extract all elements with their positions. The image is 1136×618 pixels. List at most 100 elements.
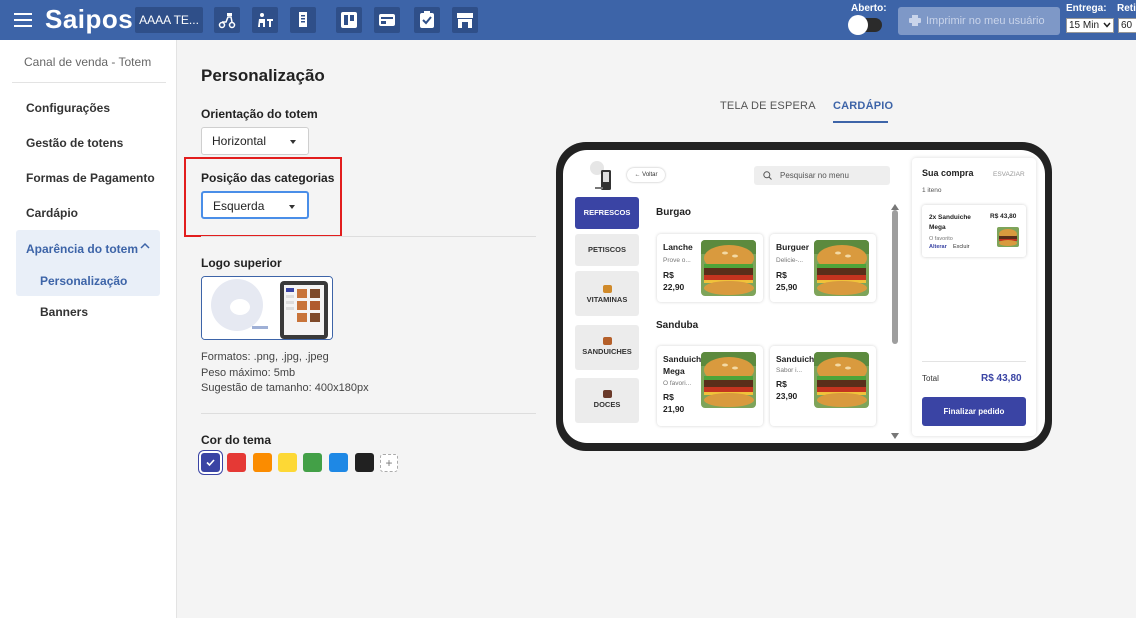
chevron-down-icon — [1103, 22, 1111, 28]
print-on-my-user-button[interactable]: Imprimir no meu usuário — [898, 7, 1060, 35]
cart-divider — [922, 361, 1026, 362]
sidebar-subitem-personalizacao[interactable]: Personalização — [40, 274, 127, 288]
scroll-up-icon[interactable] — [891, 197, 899, 210]
product-image — [701, 352, 756, 408]
sidebar-subitem-banners[interactable]: Banners — [40, 305, 88, 319]
category-position-label: Posição das categorias — [201, 171, 335, 185]
theme-color-swatch[interactable] — [355, 453, 374, 472]
cart-total-label: Total — [922, 374, 939, 383]
category-refrescos[interactable]: REFRESCOS — [575, 197, 639, 229]
delivery-icon[interactable] — [214, 7, 240, 33]
cashier-icon[interactable] — [374, 7, 400, 33]
tab-cardapio[interactable]: CARDÁPIO — [833, 100, 893, 112]
category-doces-label: DOCES — [593, 400, 621, 409]
section-title: Sanduba — [656, 320, 699, 331]
theme-color-swatch[interactable] — [329, 453, 348, 472]
theme-color-swatch[interactable] — [201, 453, 220, 472]
product-name: Lanche — [663, 242, 693, 252]
theme-color-swatch[interactable] — [303, 453, 322, 472]
open-status-label: Aberto: — [851, 3, 887, 14]
sidebar-item-configuracoes[interactable]: Configurações — [26, 101, 110, 115]
pickup-time-label: Retir — [1117, 3, 1136, 14]
product-name: Burguer — [776, 242, 810, 252]
theme-color-swatch[interactable] — [278, 453, 297, 472]
product-image — [814, 352, 869, 408]
sidebar-title: Canal de venda - Totem — [24, 55, 152, 69]
section-divider — [201, 236, 536, 237]
open-status-toggle[interactable] — [848, 15, 882, 35]
cart-item-remove[interactable]: Excluir — [953, 244, 970, 250]
doces-icon — [602, 390, 612, 398]
page-title: Personalização — [201, 66, 325, 85]
delivery-time-value: 15 Min — [1069, 20, 1100, 31]
check-icon — [206, 459, 215, 467]
logo-upload-preview[interactable] — [201, 276, 333, 340]
product-card[interactable]: Sanduich Mega O favori... R$ 21,90 — [657, 346, 763, 426]
cart-item-price: R$ 43,80 — [990, 213, 1017, 220]
caret-down-icon — [290, 140, 296, 144]
store-icon[interactable] — [452, 7, 478, 33]
table-service-icon[interactable] — [252, 7, 278, 33]
board-icon[interactable] — [336, 7, 362, 33]
order-ticket-icon[interactable] — [290, 7, 316, 33]
totem-logo-icon — [590, 161, 611, 190]
sidebar-item-cardapio[interactable]: Cardápio — [26, 206, 78, 220]
back-button[interactable]: ← Voltar — [627, 168, 665, 182]
cart-title: Sua compra — [922, 168, 974, 178]
cart-item-name: 2x Sanduiche Mega — [929, 214, 971, 231]
product-price: R$ 21,90 — [663, 392, 685, 414]
product-price: R$ 25,90 — [776, 270, 798, 292]
theme-color-swatch[interactable] — [227, 453, 246, 472]
orientation-value: Horizontal — [212, 134, 267, 148]
product-description: Sabor i... — [776, 367, 803, 374]
tab-tela-de-espera[interactable]: TELA DE ESPERA — [720, 100, 816, 112]
category-position-value: Esquerda — [213, 199, 265, 213]
sidebar-item-gestao-totens[interactable]: Gestão de totens — [26, 136, 123, 150]
search-icon — [763, 171, 772, 180]
product-card[interactable]: Sanduich Sabor i... R$ 23,90 — [770, 346, 876, 426]
product-price: R$ 22,90 — [663, 270, 685, 292]
product-name: Sanduich Mega — [663, 354, 702, 376]
search-placeholder: Pesquisar no menu — [780, 171, 849, 180]
add-color-button[interactable]: + — [380, 454, 398, 472]
store-selector-button[interactable]: AAAA TE... — [135, 7, 203, 33]
product-description: Delicie-... — [776, 257, 804, 264]
category-vitaminas[interactable]: VITAMINAS — [575, 271, 639, 316]
cart-item-image — [997, 227, 1019, 247]
active-tab-indicator — [833, 121, 888, 123]
scrollbar-thumb[interactable] — [892, 210, 898, 344]
delivery-time-select[interactable]: 15 Min — [1066, 18, 1114, 33]
product-card[interactable]: Lanche Prove o... R$ 22,90 — [657, 234, 763, 302]
category-petiscos[interactable]: PETISCOS — [575, 234, 639, 266]
orientation-label: Orientação do totem — [201, 107, 318, 121]
arrow-left-icon: ← — [634, 172, 643, 178]
menu-search-input[interactable]: Pesquisar no menu — [754, 166, 890, 185]
category-sanduiches[interactable]: SANDUICHES — [575, 325, 639, 370]
scroll-down-icon[interactable] — [891, 426, 899, 439]
empty-cart-button[interactable]: ESVAZIAR — [993, 171, 1025, 178]
logo-preview-image — [202, 277, 332, 339]
printer-icon — [909, 15, 921, 26]
sidebar-item-formas-pagamento[interactable]: Formas de Pagamento — [26, 171, 155, 185]
category-sanduiches-label: SANDUICHES — [582, 347, 632, 356]
cart-item[interactable]: 2x Sanduiche Mega R$ 43,80 O favorito Al… — [922, 205, 1026, 257]
product-description: Prove o... — [663, 257, 691, 264]
sidebar-item-aparencia-totem[interactable]: Aparência do totem — [26, 242, 138, 256]
category-doces[interactable]: DOCES — [575, 378, 639, 423]
cart-item-edit[interactable]: Alterar — [929, 244, 947, 250]
cart-panel: Sua compra ESVAZIAR 1 iteno 2x Sanduiche… — [912, 158, 1036, 436]
hamburger-menu-icon[interactable] — [14, 11, 32, 29]
sidebar: Canal de venda - Totem Configurações Ges… — [0, 40, 177, 618]
pickup-time-select[interactable]: 60 — [1118, 18, 1136, 33]
orientation-select[interactable]: Horizontal — [201, 127, 309, 155]
product-card[interactable]: Burguer Delicie-... R$ 25,90 — [770, 234, 876, 302]
chevron-up-icon[interactable] — [140, 242, 150, 250]
checklist-icon[interactable] — [414, 7, 440, 33]
theme-color-label: Cor do tema — [201, 433, 272, 447]
theme-color-swatch[interactable] — [253, 453, 272, 472]
finish-order-button[interactable]: Finalizar pedido — [922, 397, 1026, 426]
totem-preview-screen: ← Voltar Pesquisar no menu REFRESCOS PET… — [563, 150, 1045, 443]
top-bar: Saipos AAAA TE... Aberto: Imprimir no me… — [0, 0, 1136, 40]
product-description: O favori... — [663, 380, 692, 387]
category-position-select[interactable]: Esquerda — [201, 191, 309, 219]
